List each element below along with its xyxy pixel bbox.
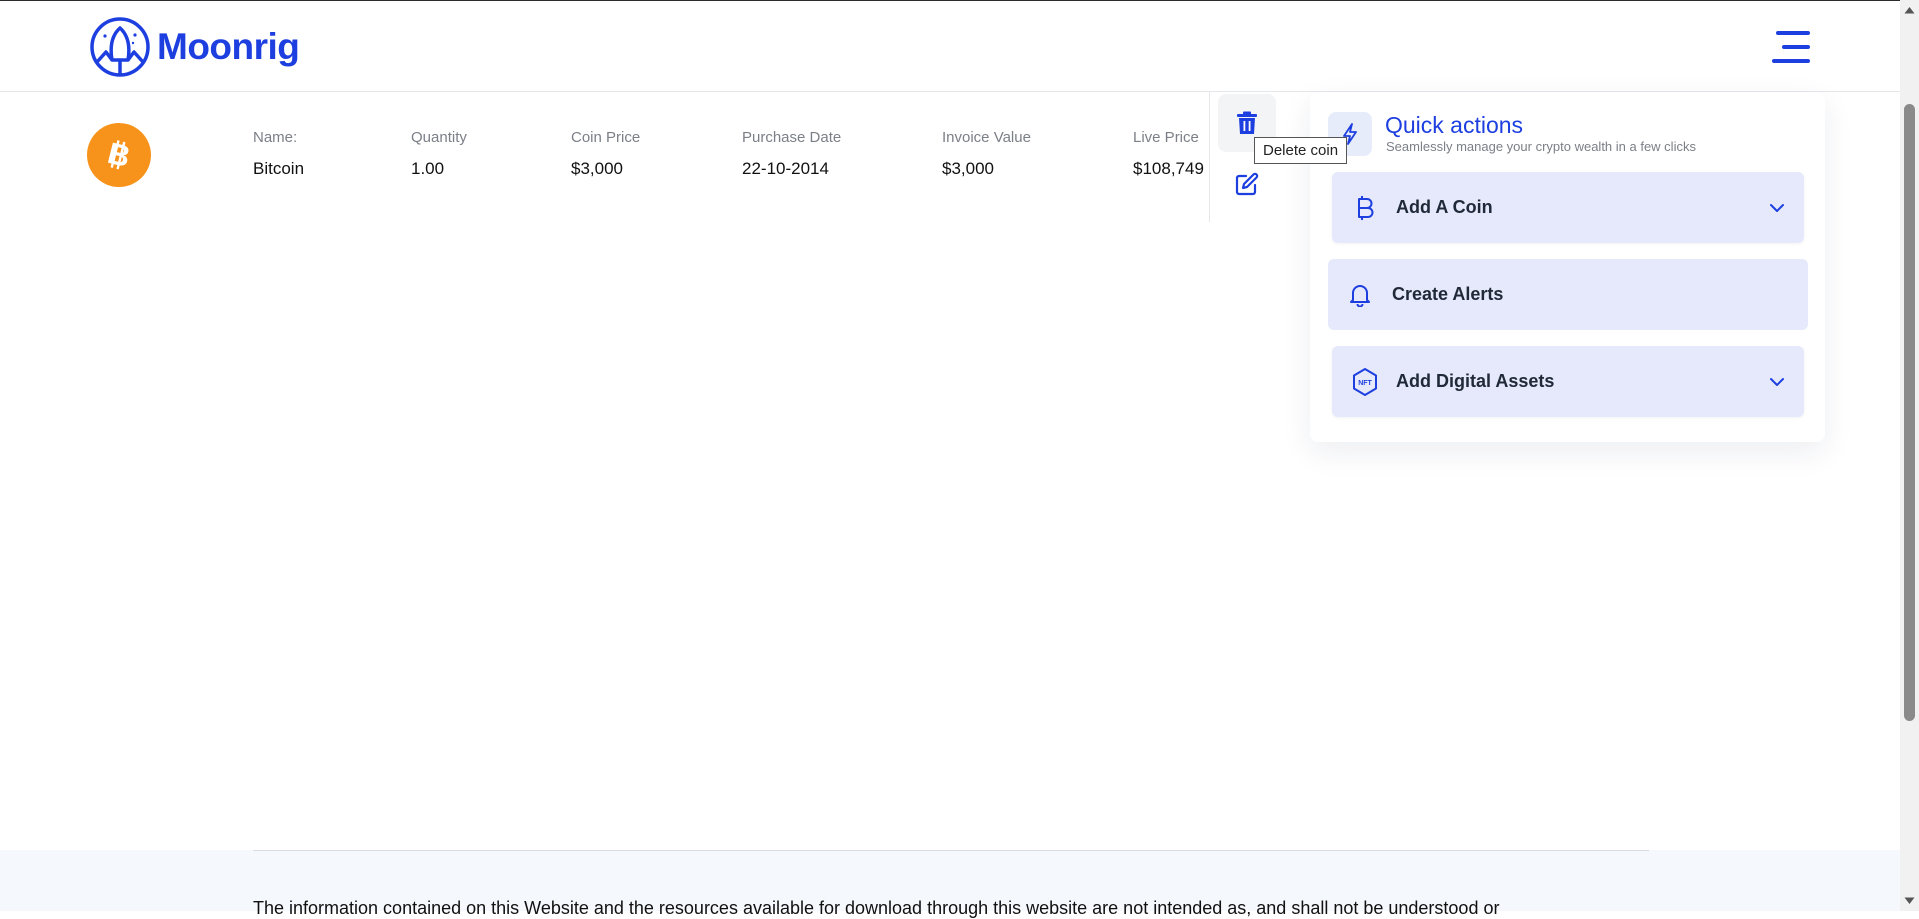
- invoice-value-value: $3,000: [942, 159, 994, 178]
- invoice-value-column: Invoice Value $3,000: [942, 129, 1031, 179]
- brand-logo[interactable]: Moonrig: [89, 16, 300, 78]
- create-alerts-button[interactable]: Create Alerts: [1328, 259, 1808, 330]
- live-price-label: Live Price: [1133, 129, 1199, 146]
- coin-quantity-value: 1.00: [411, 159, 445, 178]
- add-a-coin-label: Add A Coin: [1396, 197, 1493, 217]
- purchase-date-column: Purchase Date 22-10-2014: [742, 129, 841, 179]
- bitcoin-outline-icon: [1358, 195, 1374, 220]
- coin-price-column: Coin Price $3,000: [571, 129, 640, 179]
- bell-icon: [1345, 280, 1375, 310]
- chevron-down-icon: [1770, 377, 1784, 386]
- chevron-down-icon: [1770, 203, 1784, 212]
- brand-name: Moonrig: [157, 26, 300, 67]
- coin-price-label: Coin Price: [571, 129, 641, 146]
- scroll-up-arrow-icon[interactable]: [1900, 2, 1919, 18]
- bitcoin-symbol-icon: B: [104, 138, 133, 172]
- create-alerts-label: Create Alerts: [1392, 284, 1504, 304]
- quick-actions-title: Quick actions: [1385, 112, 1524, 138]
- moonrig-rocket-logo-icon: [90, 17, 150, 77]
- bitcoin-b-icon: [1350, 193, 1380, 223]
- row-divider: [1209, 92, 1210, 222]
- coin-quantity-label: Quantity: [411, 129, 467, 146]
- quick-actions-subtitle: Seamlessly manage your crypto wealth in …: [1386, 139, 1696, 154]
- footer-divider: [253, 850, 1649, 851]
- footer-disclaimer: The information contained on this Websit…: [253, 898, 1500, 918]
- bitcoin-icon: B: [87, 123, 151, 187]
- quick-actions-panel: Quick actions Seamlessly manage your cry…: [1310, 92, 1825, 442]
- live-price-column: Live Price $108,749: [1133, 129, 1204, 179]
- add-digital-assets-label: Add Digital Assets: [1396, 371, 1555, 391]
- site-footer: The information contained on this Websit…: [0, 850, 1900, 918]
- delete-coin-tooltip: Delete coin: [1254, 137, 1348, 164]
- coin-name-column: Name: Bitcoin: [253, 129, 304, 179]
- nft-icon: NFT: [1350, 367, 1380, 397]
- add-digital-assets-accordion[interactable]: NFT Add Digital Assets: [1332, 346, 1804, 417]
- page-scrollbar[interactable]: [1900, 0, 1919, 911]
- nft-hexagon-icon: NFT: [1353, 367, 1377, 396]
- edit-icon: [1235, 172, 1259, 196]
- live-price-value: $108,749: [1133, 159, 1204, 178]
- coin-name-value: Bitcoin: [253, 159, 305, 178]
- purchase-date-value: 22-10-2014: [742, 159, 829, 178]
- site-header: Moonrig: [0, 1, 1900, 92]
- purchase-date-label: Purchase Date: [742, 129, 842, 146]
- coin-price-value: $3,000: [571, 159, 623, 178]
- coin-name-label: Name:: [253, 129, 298, 146]
- coin-quantity-column: Quantity 1.00: [411, 129, 467, 179]
- scrollbar-thumb[interactable]: [1904, 104, 1915, 721]
- add-a-coin-accordion[interactable]: Add A Coin: [1332, 172, 1804, 243]
- svg-text:NFT: NFT: [1358, 380, 1372, 387]
- invoice-value-label: Invoice Value: [942, 129, 1031, 146]
- scroll-down-arrow-icon[interactable]: [1900, 893, 1919, 909]
- hamburger-menu-icon[interactable]: [1770, 29, 1810, 65]
- trash-icon: [1237, 111, 1257, 134]
- portfolio-coin-row: B Name: Bitcoin Quantity 1.00 Coin Price…: [0, 92, 1276, 222]
- bell-outline-icon: [1350, 284, 1370, 307]
